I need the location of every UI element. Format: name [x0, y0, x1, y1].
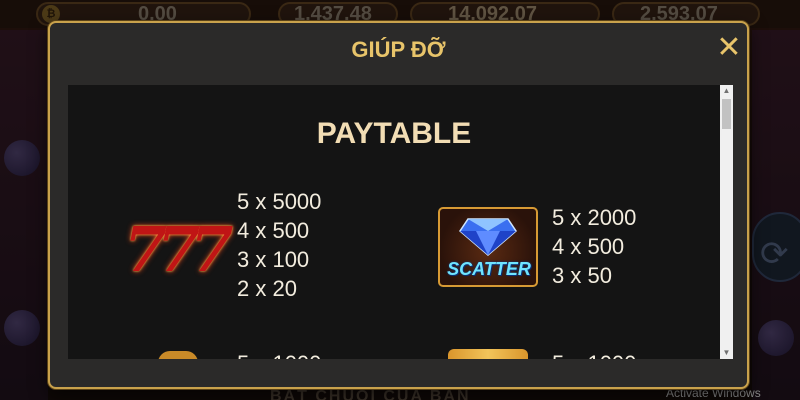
payout-list: 5 x 2000 4 x 500 3 x 50	[552, 203, 636, 290]
scroll-down-icon[interactable]: ▼	[720, 347, 733, 359]
payout-line: 3 x 100	[237, 247, 310, 272]
scroll-thumb[interactable]	[722, 99, 731, 129]
paytable-heading: PAYTABLE	[316, 117, 472, 150]
payout-line: 4 x 500	[237, 218, 310, 243]
payout-line: 3 x 50	[552, 263, 612, 288]
payout-line: 4 x 500	[552, 234, 625, 259]
help-dialog: GIÚP ĐỠ ✕ PAYTABLE 777 5 x 5000 4 x 500 …	[48, 21, 749, 389]
scroll-up-icon[interactable]: ▲	[720, 85, 733, 97]
partial-symbol-icon	[158, 351, 198, 359]
paytable-panel[interactable]: PAYTABLE 777 5 x 5000 4 x 500 3 x 100 2 …	[68, 85, 733, 359]
payout-line: 2 x 20	[237, 276, 297, 301]
scatter-label: SCATTER	[447, 259, 531, 279]
close-icon[interactable]: ✕	[714, 33, 744, 63]
scatter-diamond-icon: SCATTER	[438, 207, 538, 287]
payout-line: 5 x 2000	[552, 205, 637, 230]
dialog-title: GIÚP ĐỠ	[351, 37, 446, 62]
payout-list: 5 x 1000	[552, 349, 636, 359]
payout-list: 5 x 1000	[237, 349, 321, 359]
vertical-scrollbar[interactable]: ▲ ▼	[720, 85, 733, 359]
payout-line: 5 x 1000	[552, 349, 636, 359]
payout-line: 5 x 1000	[237, 349, 321, 359]
triple-seven-icon: 777	[124, 213, 233, 286]
payout-list: 5 x 5000 4 x 500 3 x 100 2 x 20	[237, 187, 321, 303]
payout-line: 5 x 5000	[237, 189, 322, 214]
partial-symbol-icon	[448, 349, 528, 359]
